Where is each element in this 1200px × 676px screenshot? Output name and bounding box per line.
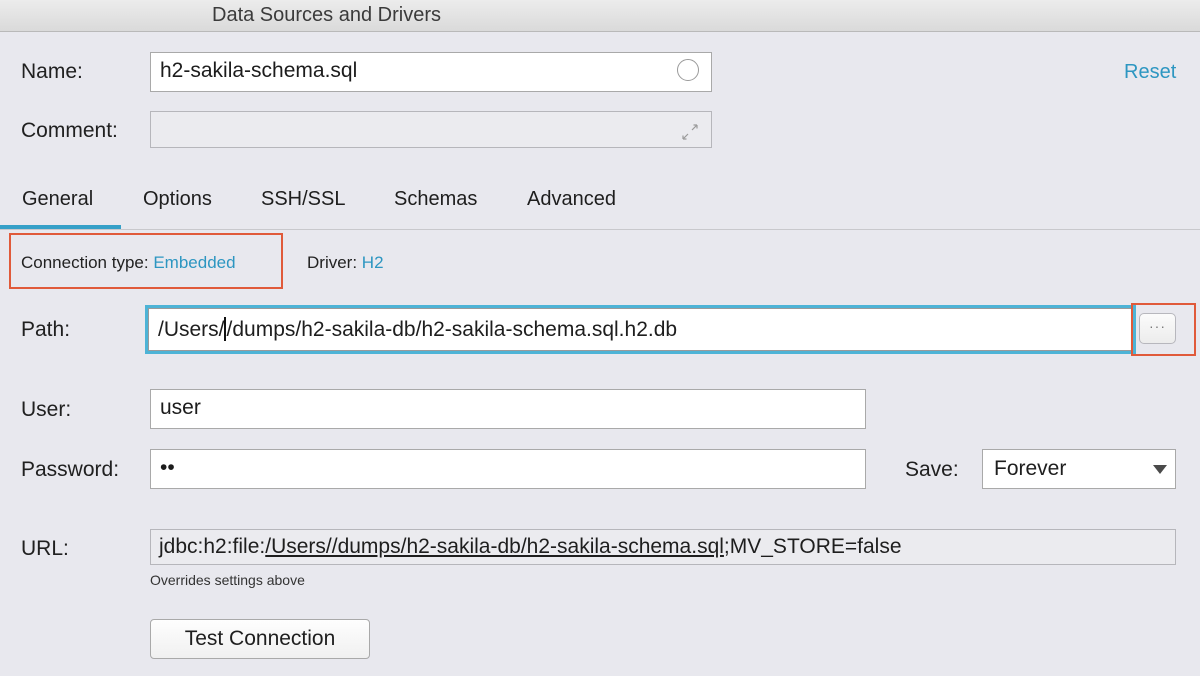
- status-circle-icon: [677, 59, 699, 81]
- expand-icon[interactable]: [678, 120, 700, 142]
- name-label: Name:: [21, 60, 83, 83]
- connection-type-value[interactable]: Embedded: [153, 253, 235, 272]
- url-note: Overrides settings above: [150, 572, 305, 588]
- save-label: Save:: [905, 458, 959, 481]
- user-value: user: [160, 396, 201, 419]
- url-input[interactable]: jdbc:h2:file:/Users//dumps/h2-sakila-db/…: [150, 529, 1176, 565]
- user-label: User:: [21, 398, 72, 421]
- window-title: Data Sources and Drivers: [212, 4, 441, 26]
- name-input[interactable]: h2-sakila-schema.sql: [150, 52, 712, 92]
- browse-path-button[interactable]: ···: [1139, 313, 1176, 344]
- password-input[interactable]: ••: [150, 449, 866, 489]
- more-icon: ···: [1149, 318, 1166, 334]
- text-caret: [223, 317, 226, 341]
- driver-label: Driver:: [307, 253, 358, 272]
- comment-input[interactable]: [150, 111, 712, 148]
- tab-options[interactable]: Options: [143, 188, 212, 211]
- url-path-link[interactable]: /Users//dumps/h2-sakila-db/h2-sakila-sch…: [265, 535, 724, 558]
- password-value: ••: [160, 456, 175, 479]
- title-bar: Data Sources and Drivers: [0, 0, 1200, 32]
- reset-link[interactable]: Reset: [1124, 61, 1176, 84]
- save-select[interactable]: Forever: [982, 449, 1176, 489]
- url-suffix: ;MV_STORE=false: [723, 535, 902, 558]
- comment-label: Comment:: [21, 119, 118, 142]
- tab-general[interactable]: General: [22, 188, 93, 211]
- test-connection-button[interactable]: Test Connection: [150, 619, 370, 659]
- path-value-start: /Users/: [158, 318, 225, 341]
- connection-type: Connection type: Embedded: [21, 253, 236, 273]
- name-value: h2-sakila-schema.sql: [160, 59, 358, 82]
- tab-advanced[interactable]: Advanced: [527, 188, 616, 211]
- driver: Driver: H2: [307, 253, 384, 273]
- path-label: Path:: [21, 318, 71, 341]
- password-label: Password:: [21, 458, 120, 481]
- tab-divider: [0, 229, 1200, 230]
- connection-type-label: Connection type:: [21, 253, 149, 272]
- path-input[interactable]: /Users//dumps/h2-sakila-db/h2-sakila-sch…: [148, 308, 1133, 351]
- tab-ssh-ssl[interactable]: SSH/SSL: [261, 188, 345, 211]
- path-value-end: /dumps/h2-sakila-db/h2-sakila-schema.sql…: [226, 318, 678, 341]
- user-input[interactable]: user: [150, 389, 866, 429]
- tab-schemas[interactable]: Schemas: [394, 188, 477, 211]
- driver-value[interactable]: H2: [362, 253, 384, 272]
- chevron-down-icon: [1153, 465, 1167, 474]
- save-selected-value: Forever: [994, 457, 1067, 480]
- url-label: URL:: [21, 537, 69, 560]
- url-prefix: jdbc:h2:file:: [159, 535, 266, 558]
